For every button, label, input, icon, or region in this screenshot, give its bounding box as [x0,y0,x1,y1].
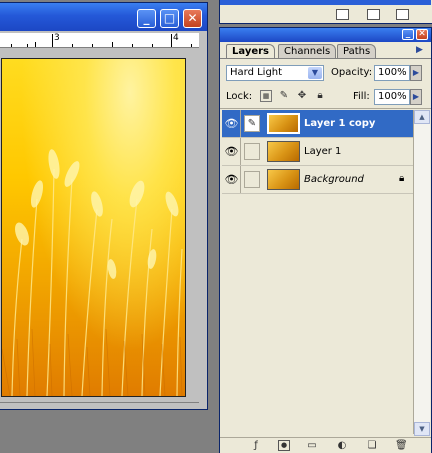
layer-row-background[interactable]: 👁︎ Background 🔒︎ [222,166,413,194]
fill-label: Fill: [353,91,370,102]
eye-icon[interactable]: 👁︎ [223,138,241,165]
layers-palette-titlebar[interactable]: _ ✕ [220,28,431,42]
palette-minimize-button[interactable]: _ [402,29,414,40]
palette-menu-arrow-icon[interactable]: ▶ [416,45,423,55]
minimize-button[interactable]: _ [137,9,156,28]
camera-icon[interactable] [367,9,380,20]
lock-icon: 🔒︎ [399,173,405,184]
controls-divider [220,108,431,109]
navigator-palette-collapsed [219,0,432,24]
layer-thumbnail[interactable] [267,113,300,134]
adjustment-layer-icon[interactable]: ◐ [336,440,348,451]
fill-field[interactable]: 100% [374,89,410,105]
lock-transparency-icon[interactable]: ▦ [260,90,272,102]
lock-move-icon[interactable]: ✥ [296,90,308,102]
lock-paint-brush-icon[interactable]: ✎ [278,90,290,102]
opacity-slider-arrow[interactable]: ▶ [410,65,422,81]
eye-icon[interactable]: 👁︎ [223,110,241,137]
new-layer-icon[interactable]: ❏ [366,440,378,451]
eye-icon[interactable]: 👁︎ [223,166,241,193]
grass-photo-art [2,149,183,396]
scroll-down-arrow[interactable]: ▼ [414,422,430,436]
close-button[interactable]: ✕ [183,9,202,28]
blend-mode-value: Hard Light [230,67,283,78]
layer-link-box[interactable] [244,143,260,160]
layer-name[interactable]: Background [304,166,364,193]
delete-layer-icon[interactable]: 🗑︎ [395,440,408,451]
layers-bottom-toolbar: ƒ ● ▭ ◐ ❏ 🗑︎ [220,437,431,453]
chevron-down-icon[interactable]: ▼ [308,67,322,79]
layer-style-icon[interactable]: ƒ [250,440,262,451]
scroll-up-arrow[interactable]: ▲ [414,110,430,124]
opacity-field[interactable]: 100% [374,65,410,81]
layer-name[interactable]: Layer 1 copy [304,110,375,137]
layer-thumbnail[interactable] [267,141,300,162]
add-mask-icon[interactable]: ● [278,440,290,451]
blend-mode-select[interactable]: Hard Light ▼ [226,65,324,81]
canvas-image[interactable] [1,58,186,397]
brush-icon[interactable]: ✎ [244,115,260,132]
layer-row-layer-1[interactable]: 👁︎ Layer 1 [222,138,413,166]
tab-layers[interactable]: Layers [226,44,275,59]
tab-channels[interactable]: Channels [278,44,337,58]
ruler-label-3: 3 [54,33,60,43]
layer-thumbnail[interactable] [267,169,300,190]
document-window: _ □ ✕ 3 4 [0,2,208,410]
opacity-label: Opacity: [331,67,373,78]
tab-divider [220,58,431,59]
lock-all-icon[interactable]: 🔒︎ [314,90,326,102]
horizontal-ruler: 3 4 [0,33,199,48]
document-titlebar[interactable]: _ □ ✕ [0,3,207,31]
layer-list-scrollbar[interactable]: ▲ ▼ [414,110,430,436]
maximize-button[interactable]: □ [160,9,179,28]
layer-list: 👁︎ ✎ Layer 1 copy 👁︎ Layer 1 👁︎ Backgrou… [222,110,414,434]
fill-slider-arrow[interactable]: ▶ [410,89,422,105]
palette-close-button[interactable]: ✕ [416,29,428,40]
trash-icon[interactable] [396,9,409,20]
ruler-label-4: 4 [173,33,179,43]
lock-label: Lock: [226,91,253,102]
new-group-icon[interactable]: ▭ [306,440,318,451]
navigator-titlebar[interactable] [220,0,431,5]
snapshot-icon[interactable] [336,9,349,20]
horizontal-scrollbar[interactable] [0,402,199,409]
layer-row-layer-1-copy[interactable]: 👁︎ ✎ Layer 1 copy [222,110,413,138]
tab-paths[interactable]: Paths [337,44,377,58]
layers-palette: _ ✕ Layers Channels Paths ▶ Hard Light ▼… [219,27,432,453]
layer-name[interactable]: Layer 1 [304,138,341,165]
layer-link-box[interactable] [244,171,260,188]
